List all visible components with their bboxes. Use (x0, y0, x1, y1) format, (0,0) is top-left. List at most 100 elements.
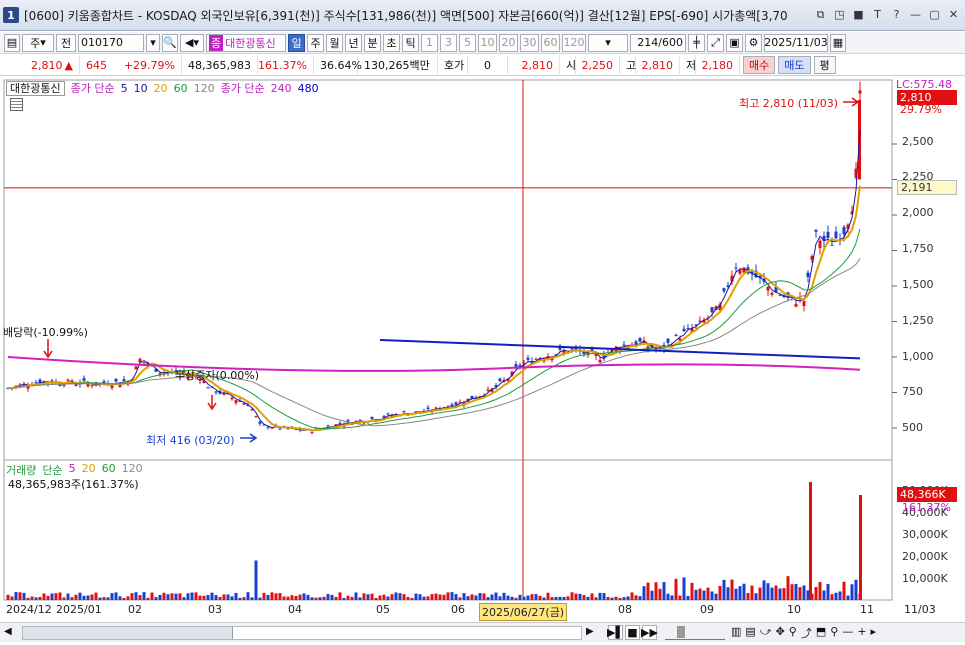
zoom-icon[interactable]: ⚲ (830, 625, 838, 641)
close-icon[interactable]: ✕ (946, 7, 961, 22)
volume-bar (42, 593, 46, 600)
candle-body (710, 307, 714, 312)
market-select[interactable]: 주 ▾ (22, 33, 54, 52)
expand-icon[interactable]: ▸ (871, 625, 877, 641)
hoga-value: 0 (468, 54, 508, 76)
interval-60[interactable]: 60 (541, 33, 560, 52)
chart-line-icon[interactable]: ⤻ (760, 625, 772, 641)
volume-bar (754, 593, 758, 600)
volume-bar (86, 595, 90, 600)
price-chart-svg[interactable] (0, 77, 965, 622)
candle-body (802, 300, 806, 307)
period-minute-tab[interactable]: 분 (364, 33, 381, 52)
code-dropdown-icon[interactable]: ▾ (146, 33, 160, 52)
table-icon[interactable] (10, 98, 23, 111)
chart-candle-icon[interactable]: ▥ (731, 625, 741, 641)
interval-1[interactable]: 1 (421, 33, 438, 52)
save-icon[interactable]: ▣ (726, 33, 743, 52)
help-icon[interactable]: ? (889, 7, 904, 22)
scroll-right-icon[interactable]: ▶ (586, 626, 600, 640)
interval-5[interactable]: 5 (459, 33, 476, 52)
maximize-icon[interactable]: ▢ (927, 7, 942, 22)
search-icon[interactable]: 🔍 (162, 33, 178, 52)
stock-name[interactable]: 종 대한광통신 (206, 33, 286, 52)
volume-bar (566, 596, 570, 600)
volume-bar (662, 582, 666, 600)
volume-bar (494, 592, 498, 600)
interval-3[interactable]: 3 (440, 33, 457, 52)
low-label: 저 (680, 54, 696, 76)
period-year-tab[interactable]: 년 (345, 33, 362, 52)
scroll-left-icon[interactable]: ◀ (4, 626, 18, 640)
candle-body (674, 334, 678, 336)
buy-button[interactable]: 매수 (743, 56, 776, 74)
scroll-end-icon[interactable]: ▶▌ (607, 625, 624, 640)
interval-120[interactable]: 120 (562, 33, 586, 52)
candle-body (638, 338, 642, 342)
trend-icon[interactable]: ⤴ (801, 625, 812, 641)
settings-icon[interactable]: ⚙ (745, 33, 762, 52)
date-input[interactable]: 2025/11/03 (764, 33, 828, 52)
period-day-tab[interactable]: 일 (288, 33, 305, 52)
prev-button[interactable]: 전 (56, 33, 76, 52)
period-tick-tab[interactable]: 틱 (402, 33, 419, 52)
volume-bar (458, 597, 462, 600)
calendar-icon[interactable]: ▦ (830, 33, 846, 52)
candle-body (370, 416, 374, 419)
legend-stock-name[interactable]: 대한광통신 (6, 80, 65, 96)
volume-bar (274, 593, 278, 600)
zoom-slider[interactable] (665, 625, 725, 640)
plus-icon[interactable]: + (857, 625, 866, 641)
lock-icon[interactable]: ▤ (4, 33, 20, 52)
candle-type-icon[interactable]: ╪ (688, 33, 705, 52)
sell-button[interactable]: 매도 (778, 56, 811, 74)
high-annotation: 최고 2,810 (11/03) (739, 97, 839, 110)
volume-bar (438, 594, 442, 600)
volume-bar (142, 592, 146, 600)
volume-bar (698, 588, 702, 600)
draw-tool-icon[interactable]: ⤢ (707, 33, 724, 52)
data-count[interactable]: 214/600 (630, 33, 686, 52)
candle-body (90, 385, 94, 387)
candle-body (66, 379, 70, 382)
eval-button[interactable]: 평 (813, 56, 836, 74)
period-week-tab[interactable]: 주 (307, 33, 324, 52)
layout-icon[interactable]: ⬒ (816, 625, 826, 641)
period-month-tab[interactable]: 월 (326, 33, 343, 52)
volume-bar (82, 595, 86, 600)
candle-body (842, 226, 846, 235)
interval-custom-select[interactable]: ▾ (588, 33, 628, 52)
chart-cross-icon[interactable]: ✥ (776, 625, 785, 641)
volume-bar (842, 581, 846, 600)
scroll-track[interactable] (22, 625, 582, 640)
interval-30[interactable]: 30 (520, 33, 539, 52)
candle-body (454, 402, 458, 405)
scroll-thumb[interactable] (23, 626, 233, 639)
link-icon[interactable]: ⧉ (813, 7, 828, 22)
fast-forward-icon[interactable]: ▶▶ (641, 625, 658, 640)
volume-bar (546, 592, 550, 600)
font-icon[interactable]: T (870, 7, 885, 22)
chart-area[interactable] (0, 77, 965, 622)
stock-code-input[interactable]: 010170 (78, 33, 144, 52)
interval-20[interactable]: 20 (499, 33, 518, 52)
interval-10[interactable]: 10 (478, 33, 497, 52)
float-icon[interactable]: ◳ (832, 7, 847, 22)
minimize-icon[interactable]: — (908, 7, 923, 22)
hoga-label: 호가 (438, 54, 468, 76)
volume-bar (206, 594, 210, 600)
volume-bar (18, 592, 22, 600)
volume-bar (482, 593, 486, 600)
tile-icon[interactable]: ■ (851, 7, 866, 22)
volume-bar (846, 595, 850, 600)
chart-bar-icon[interactable]: ▤ (745, 625, 755, 641)
volume-bar (422, 596, 426, 600)
volume-bar (366, 594, 370, 600)
stop-icon[interactable]: ■ (625, 625, 640, 640)
period-second-tab[interactable]: 초 (383, 33, 400, 52)
minus-icon[interactable]: — (842, 625, 853, 641)
chart-tools-icon[interactable]: ⚲ (789, 625, 797, 641)
volume-bar (30, 596, 34, 600)
sound-icon[interactable]: ◀▾ (180, 33, 204, 52)
volume-bar (322, 596, 326, 600)
